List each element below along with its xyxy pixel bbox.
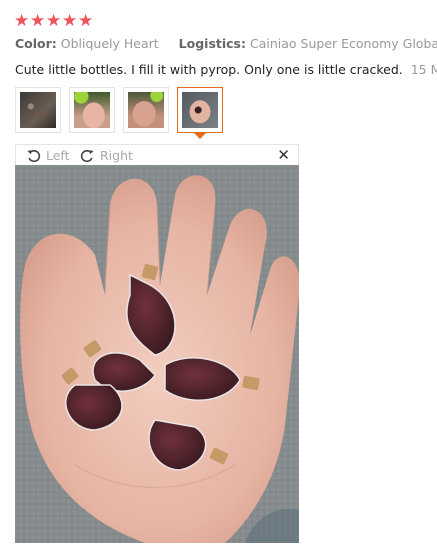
review-text: Cute little bottles. I fill it with pyro… (15, 62, 403, 77)
close-icon[interactable]: ✕ (277, 147, 290, 163)
rating-stars: ★ ★ ★ ★ ★ (14, 11, 94, 31)
thumbnail-image (20, 92, 56, 128)
star-icon: ★ (14, 11, 30, 31)
star-icon: ★ (46, 11, 62, 31)
rotate-left-button[interactable]: Left (26, 146, 70, 164)
logistics-label: Logistics: (178, 36, 246, 51)
review-date: 15 May (410, 62, 437, 77)
star-icon: ★ (62, 11, 78, 31)
thumbnail-strip (15, 87, 223, 139)
thumbnail-4[interactable] (177, 87, 223, 139)
color-label: Color: (15, 36, 57, 51)
review-meta: Color: Obliquely Heart Logistics: Cainia… (15, 36, 437, 51)
star-icon: ★ (78, 11, 94, 31)
star-icon: ★ (30, 11, 46, 31)
thumbnail-3[interactable] (123, 87, 169, 133)
thumbnail-1[interactable] (15, 87, 61, 133)
thumbnail-image (74, 92, 110, 128)
thumbnail-image (182, 92, 218, 128)
rotate-right-button[interactable]: Right (80, 146, 133, 164)
logistics-value: Cainiao Super Economy Global (249, 36, 437, 51)
rotate-right-icon (80, 149, 94, 162)
active-indicator (194, 133, 206, 139)
photo-illustration (15, 165, 299, 543)
rotate-right-label: Right (100, 147, 133, 163)
color-value: Obliquely Heart (60, 36, 159, 51)
image-viewer-toolbar: Left Right ✕ (15, 144, 299, 165)
rotate-left-label: Left (46, 147, 70, 163)
thumbnail-2[interactable] (69, 87, 115, 133)
review-photo[interactable] (15, 165, 299, 543)
review-body: Cute little bottles. I fill it with pyro… (15, 62, 437, 77)
thumbnail-image (128, 92, 164, 128)
rotate-left-icon (27, 149, 41, 162)
